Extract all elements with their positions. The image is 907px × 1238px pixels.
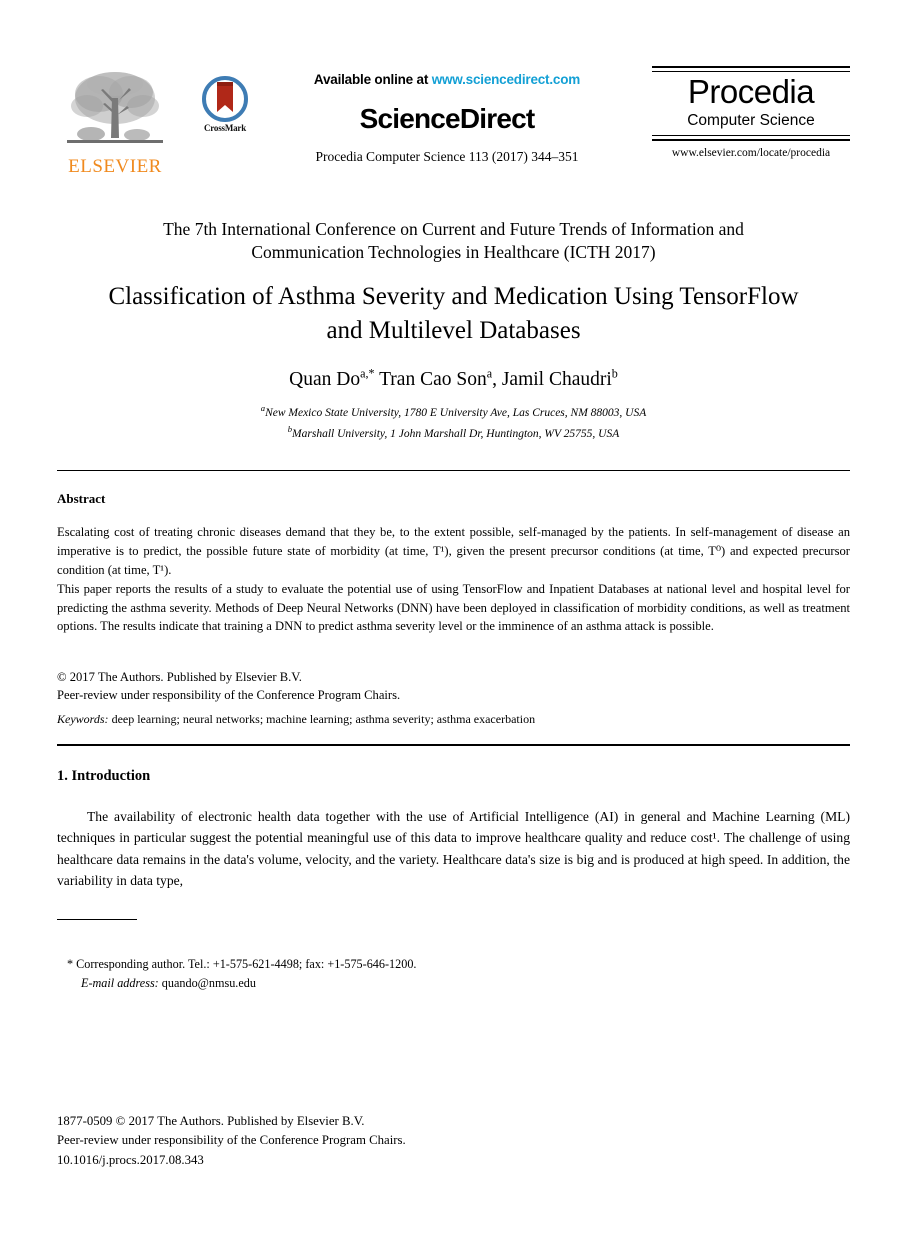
corresponding-author-note: * Corresponding author. Tel.: +1-575-621… — [67, 957, 417, 971]
author-list: Quan Doa,* Tran Cao Sona, Jamil Chaudrib — [90, 366, 817, 391]
page-footer-block: 1877-0509 © 2017 The Authors. Published … — [57, 1112, 657, 1170]
affiliation-b-text: Marshall University, 1 John Marshall Dr,… — [292, 427, 620, 440]
journal-masthead: ELSEVIER CrossMark Available online at w… — [57, 62, 850, 212]
journal-citation: Procedia Computer Science 113 (2017) 344… — [315, 149, 579, 164]
available-online-line: Available online at www.sciencedirect.co… — [237, 72, 657, 87]
footnote-block: * Corresponding author. Tel.: +1-575-621… — [57, 955, 657, 993]
sciencedirect-wordmark: ScienceDirect — [359, 103, 536, 134]
abstract-paragraph-1: Escalating cost of treating chronic dise… — [57, 525, 850, 577]
elsevier-tree-icon — [67, 72, 163, 143]
sciencedirect-block: Available online at www.sciencedirect.co… — [237, 72, 657, 165]
available-online-prefix: Available online at — [313, 72, 432, 87]
author-line: Quan Doa,* Tran Cao Sona, Jamil Chaudrib — [289, 366, 618, 390]
procedia-url[interactable]: www.elsevier.com/locate/procedia — [652, 147, 850, 159]
section-heading-introduction: 1. Introduction — [57, 768, 151, 784]
elsevier-logo: ELSEVIER — [62, 68, 168, 176]
abstract-peer-review: Peer-review under responsibility of the … — [57, 688, 401, 703]
affiliation-a-text: New Mexico State University, 1780 E Univ… — [265, 406, 647, 419]
affiliation-a: aNew Mexico State University, 1780 E Uni… — [90, 402, 817, 423]
abstract-top-rule — [57, 470, 850, 471]
affiliation-b: bMarshall University, 1 John Marshall Dr… — [90, 423, 817, 444]
keywords: Keywords: deep learning; neural networks… — [57, 712, 850, 727]
abstract-copyright: © 2017 The Authors. Published by Elsevie… — [57, 670, 302, 684]
introduction-paragraph-1: The availability of electronic health da… — [57, 809, 850, 889]
keywords-label: Keywords: — [57, 712, 109, 726]
footer-peer-review: Peer-review under responsibility of the … — [57, 1133, 406, 1148]
abstract-paragraph-2: This paper reports the results of a stud… — [57, 581, 850, 634]
procedia-rule-bottom — [652, 134, 850, 141]
abstract-heading: Abstract — [57, 491, 106, 506]
footnote-separator-rule — [57, 919, 137, 920]
sciencedirect-link[interactable]: www.sciencedirect.com — [432, 72, 581, 87]
email-label: E-mail address: — [81, 975, 159, 990]
keywords-value: deep learning; neural networks; machine … — [108, 712, 536, 726]
email-value[interactable]: quando@nmsu.edu — [159, 976, 256, 990]
page-title: Classification of Asthma Severity and Me… — [108, 283, 799, 344]
affiliations: aNew Mexico State University, 1780 E Uni… — [90, 402, 817, 443]
abstract-copyright-block: © 2017 The Authors. Published by Elsevie… — [57, 668, 850, 705]
conference-name: The 7th International Conference on Curr… — [163, 219, 744, 262]
keywords-bottom-rule — [57, 744, 850, 746]
article-page: ELSEVIER CrossMark Available online at w… — [0, 0, 907, 1238]
doi[interactable]: 10.1016/j.procs.2017.08.343 — [57, 1151, 657, 1170]
elsevier-wordmark: ELSEVIER — [68, 156, 162, 177]
procedia-title: Procedia — [687, 73, 815, 110]
issn-copyright-line: 1877-0509 © 2017 The Authors. Published … — [57, 1114, 365, 1128]
email-note: E-mail address: quando@nmsu.edu — [57, 974, 657, 993]
abstract-body: Escalating cost of treating chronic dise… — [57, 523, 850, 636]
procedia-subtitle: Computer Science — [687, 111, 815, 129]
procedia-logo-box: Procedia Computer Science www.elsevier.c… — [652, 66, 850, 159]
